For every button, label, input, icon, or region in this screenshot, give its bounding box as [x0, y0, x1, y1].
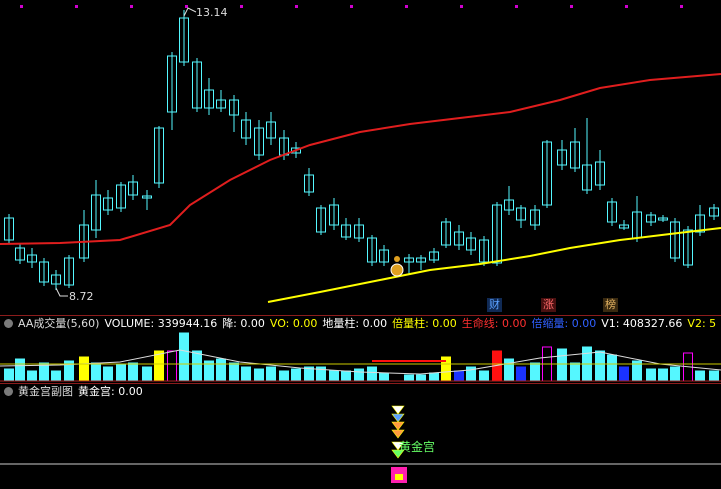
- diamond-icon: [391, 413, 405, 423]
- diamond-icon: [391, 429, 405, 439]
- gold-indicator-chart[interactable]: [0, 0, 721, 489]
- stock-chart-window: 13.14 8.72 财涨榜 AA成交量(5,60) VOLUME: 339944…: [0, 0, 721, 489]
- gold-palace-marker: [395, 474, 403, 480]
- diamond-icon: [391, 405, 405, 415]
- diamond-icon: [391, 421, 405, 431]
- gold-marker-label: 黄金宫: [399, 440, 436, 454]
